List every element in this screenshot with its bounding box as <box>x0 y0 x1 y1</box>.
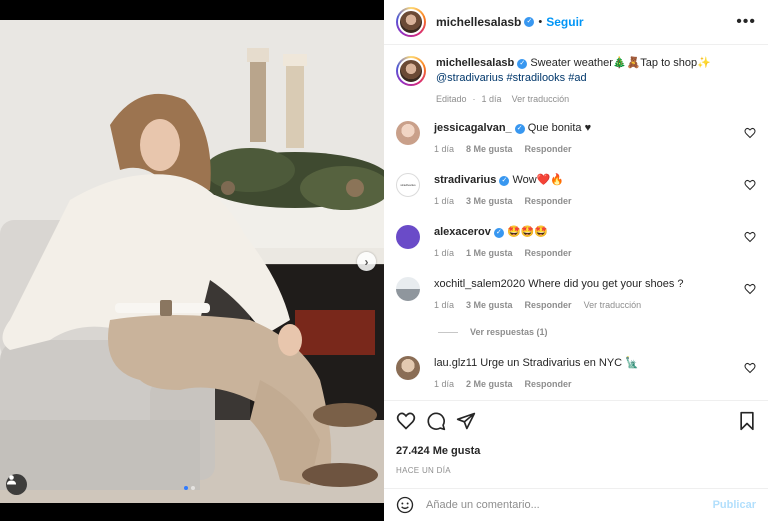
comment-input[interactable] <box>426 499 713 511</box>
bottom-black-strip <box>0 503 384 521</box>
comment-text: Wow❤️🔥 <box>512 174 565 186</box>
separator-dot: • <box>538 16 543 28</box>
caption-age: 1 día <box>481 94 502 104</box>
comment-likes-link[interactable]: 1 Me gusta <box>466 248 513 258</box>
comment-age: 1 día <box>434 248 455 258</box>
tagged-users-button[interactable] <box>6 474 27 495</box>
caption-edited: Editado <box>436 94 467 104</box>
separator-dot: · <box>472 94 476 104</box>
comment-age: 1 día <box>434 300 455 310</box>
heart-icon[interactable] <box>744 283 756 295</box>
verified-badge-icon: ✓ <box>517 59 528 69</box>
comment-age: 1 día <box>434 196 455 206</box>
post-header: michellesalasb ✓ • Seguir ••• <box>384 0 768 45</box>
reply-button[interactable]: Responder <box>525 300 572 310</box>
heart-icon[interactable] <box>744 127 756 139</box>
carousel-dot <box>191 486 195 490</box>
translate-link[interactable]: Ver traducción <box>584 300 642 310</box>
author-avatar[interactable] <box>396 7 426 37</box>
author-username[interactable]: michellesalasb <box>436 15 521 29</box>
post-photo-illustration <box>0 20 384 503</box>
caption-text: michellesalasb ✓ Sweater weather🎄🧸Tap to … <box>436 56 760 86</box>
comment-text: Where did you get your shoes ? <box>528 278 684 290</box>
reply-button[interactable]: Responder <box>525 196 572 206</box>
caption-meta: Editado · 1 día Ver traducción <box>436 94 760 104</box>
carousel-indicator <box>184 486 195 490</box>
save-icon[interactable] <box>738 411 756 431</box>
comment-likes-link[interactable]: 8 Me gusta <box>466 144 513 154</box>
caption-mention-link[interactable]: @stradivarius <box>436 72 503 84</box>
view-replies-label: Ver respuestas (1) <box>470 327 548 337</box>
comment-icon[interactable] <box>426 411 446 431</box>
emoji-icon[interactable] <box>396 496 414 514</box>
comment-item: stradivarius stradivarius ✓ Wow❤️🔥 1 día … <box>396 173 760 206</box>
comment-likes-link[interactable]: 3 Me gusta <box>466 300 513 310</box>
top-black-strip <box>0 0 384 20</box>
replies-divider <box>438 331 458 333</box>
comment-username[interactable]: alexacerov <box>434 226 491 238</box>
caption-translate-link[interactable]: Ver traducción <box>512 94 570 104</box>
user-tag-icon <box>7 475 16 485</box>
comment-item: alexacerov ✓ 🤩🤩🤩 1 día 1 Me gusta Respond… <box>396 225 760 258</box>
heart-icon[interactable] <box>744 231 756 243</box>
share-icon[interactable] <box>456 411 476 431</box>
comment-item: lau.glz11 Urge un Stradivarius en NYC 🗽 … <box>396 356 760 389</box>
comment-text: Que bonita ♥ <box>527 122 592 134</box>
comment-item: xochitl_salem2020 Where did you get your… <box>396 277 760 310</box>
chevron-right-icon: › <box>364 254 369 269</box>
comment-username[interactable]: jessicagalvan_ <box>434 122 512 134</box>
instagram-post-view: › michellesalasb ✓ • Seguir ••• michelle… <box>0 0 768 521</box>
comment-likes-link[interactable]: 3 Me gusta <box>466 196 513 206</box>
caption: michellesalasb ✓ Sweater weather🎄🧸Tap to … <box>396 56 760 104</box>
reply-button[interactable]: Responder <box>525 379 572 389</box>
verified-badge-icon: ✓ <box>493 228 504 238</box>
follow-button[interactable]: Seguir <box>546 15 583 29</box>
comment-likes-link[interactable]: 2 Me gusta <box>466 379 513 389</box>
caption-avatar[interactable] <box>396 56 426 86</box>
verified-badge-icon: ✓ <box>514 124 525 134</box>
view-replies-button[interactable]: Ver respuestas (1) <box>438 327 548 337</box>
comment-avatar[interactable] <box>396 225 420 249</box>
heart-icon[interactable] <box>744 362 756 374</box>
reply-button[interactable]: Responder <box>525 144 572 154</box>
stradivarius-avatar-text: stradivarius <box>400 183 416 187</box>
caption-body: Sweater weather🎄🧸Tap to shop✨ <box>530 57 711 69</box>
comment-avatar[interactable]: stradivarius <box>396 173 420 197</box>
add-comment-bar: Publicar <box>384 488 768 521</box>
caption-username[interactable]: michellesalasb <box>436 57 514 69</box>
post-detail-panel: michellesalasb ✓ • Seguir ••• michellesa… <box>384 0 768 521</box>
post-actions: 27.424 Me gusta HACE UN DÍA <box>384 400 768 475</box>
post-photo[interactable]: › <box>0 20 384 503</box>
carousel-next-button[interactable]: › <box>357 252 376 271</box>
verified-badge-icon: ✓ <box>499 176 510 186</box>
reply-button[interactable]: Responder <box>525 248 572 258</box>
heart-icon[interactable] <box>744 179 756 191</box>
comment-username[interactable]: lau.glz11 <box>434 357 477 369</box>
comment-age: 1 día <box>434 379 455 389</box>
comment-text: 🤩🤩🤩 <box>506 226 549 238</box>
comment-age: 1 día <box>434 144 455 154</box>
caption-hashtags-link[interactable]: #stradilooks #ad <box>506 72 586 84</box>
carousel-dot-active <box>184 486 188 490</box>
comment-avatar[interactable] <box>396 277 420 301</box>
comment-avatar[interactable] <box>396 356 420 380</box>
heart-icon[interactable] <box>396 411 416 431</box>
comment-text: Urge un Stradivarius en NYC 🗽 <box>480 357 639 369</box>
comment-avatar[interactable] <box>396 121 420 145</box>
publish-button[interactable]: Publicar <box>713 499 756 511</box>
more-icon[interactable]: ••• <box>736 13 756 31</box>
verified-badge-icon: ✓ <box>524 17 535 27</box>
post-timestamp: HACE UN DÍA <box>396 466 451 475</box>
likes-count[interactable]: 27.424 Me gusta <box>396 445 756 457</box>
comment-username[interactable]: stradivarius <box>434 174 496 186</box>
comment-username[interactable]: xochitl_salem2020 <box>434 278 525 290</box>
comments-list[interactable]: michellesalasb ✓ Sweater weather🎄🧸Tap to … <box>384 46 768 400</box>
comment-item: jessicagalvan_ ✓ Que bonita ♥ 1 día 8 Me … <box>396 121 760 154</box>
